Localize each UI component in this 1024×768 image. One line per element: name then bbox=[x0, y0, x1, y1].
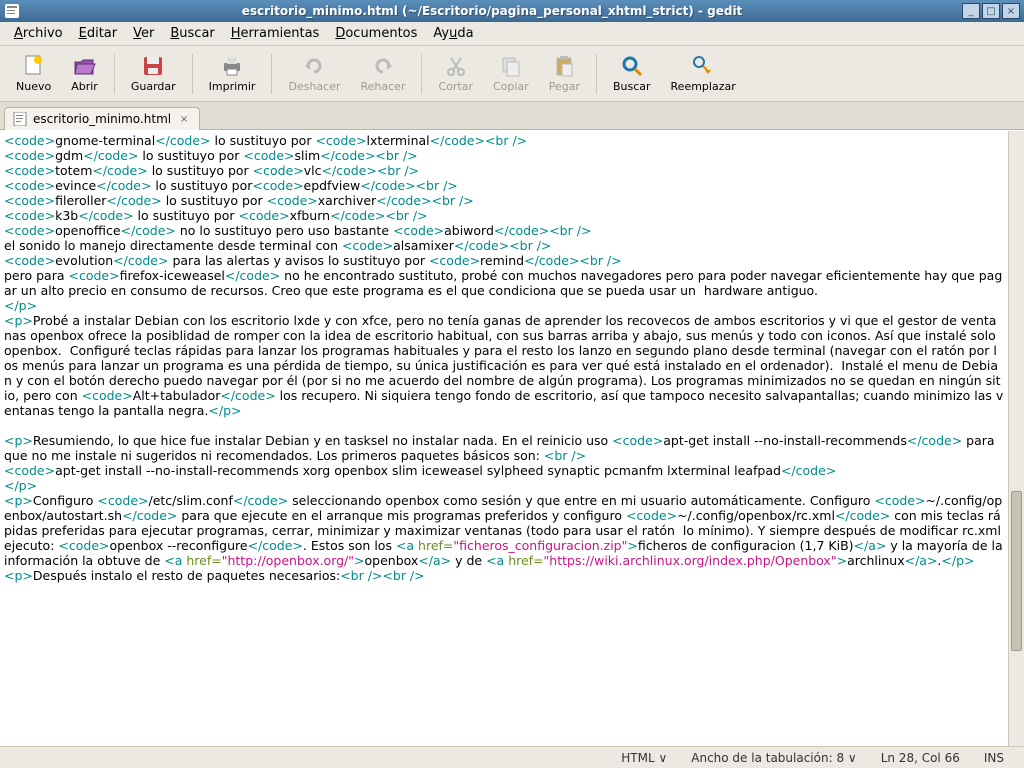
guardar-button[interactable]: Guardar bbox=[121, 52, 186, 95]
editor-area: <code>gnome-terminal</code> lo sustituyo… bbox=[0, 130, 1024, 746]
search-icon bbox=[620, 54, 644, 78]
menubar: Archivo Editar Ver Buscar Herramientas D… bbox=[0, 22, 1024, 46]
menu-documentos[interactable]: Documentos bbox=[327, 24, 425, 43]
status-tabwidth[interactable]: Ancho de la tabulación: 8 ∨ bbox=[679, 751, 868, 765]
deshacer-button[interactable]: Deshacer bbox=[278, 52, 350, 95]
status-insert-mode[interactable]: INS bbox=[972, 751, 1016, 765]
new-icon bbox=[22, 54, 46, 78]
tab-label: escritorio_minimo.html bbox=[33, 112, 171, 126]
menu-editar[interactable]: Editar bbox=[71, 24, 126, 43]
app-icon bbox=[4, 3, 20, 19]
tabbar: escritorio_minimo.html × bbox=[0, 102, 1024, 130]
replace-icon bbox=[691, 54, 715, 78]
window-title: escritorio_minimo.html (~/Escritorio/pag… bbox=[24, 4, 960, 18]
cortar-button[interactable]: Cortar bbox=[428, 52, 483, 95]
abrir-button[interactable]: Abrir bbox=[61, 52, 108, 95]
maximize-button[interactable]: □ bbox=[982, 3, 1000, 19]
nuevo-button[interactable]: Nuevo bbox=[6, 52, 61, 95]
vertical-scrollbar[interactable] bbox=[1008, 131, 1024, 746]
menu-herramientas[interactable]: Herramientas bbox=[223, 24, 328, 43]
menu-buscar[interactable]: Buscar bbox=[162, 24, 222, 43]
buscar-button[interactable]: Buscar bbox=[603, 52, 661, 95]
cut-icon bbox=[444, 54, 468, 78]
paste-icon bbox=[552, 54, 576, 78]
statusbar: HTML ∨ Ancho de la tabulación: 8 ∨ Ln 28… bbox=[0, 746, 1024, 768]
redo-icon bbox=[371, 54, 395, 78]
copiar-button[interactable]: Copiar bbox=[483, 52, 539, 95]
open-icon bbox=[73, 54, 97, 78]
status-lang[interactable]: HTML ∨ bbox=[609, 751, 679, 765]
undo-icon bbox=[302, 54, 326, 78]
print-icon bbox=[220, 54, 244, 78]
reemplazar-button[interactable]: Reemplazar bbox=[661, 52, 746, 95]
document-icon bbox=[13, 112, 27, 126]
rehacer-button[interactable]: Rehacer bbox=[351, 52, 416, 95]
copy-icon bbox=[499, 54, 523, 78]
status-position: Ln 28, Col 66 bbox=[869, 751, 972, 765]
menu-ayuda[interactable]: Ayuda bbox=[425, 24, 481, 43]
menu-ver[interactable]: Ver bbox=[125, 24, 162, 43]
titlebar: escritorio_minimo.html (~/Escritorio/pag… bbox=[0, 0, 1024, 22]
scrollbar-thumb[interactable] bbox=[1011, 491, 1022, 651]
close-button[interactable]: × bbox=[1002, 3, 1020, 19]
imprimir-button[interactable]: Imprimir bbox=[199, 52, 266, 95]
save-icon bbox=[141, 54, 165, 78]
minimize-button[interactable]: _ bbox=[962, 3, 980, 19]
tab-close-button[interactable]: × bbox=[177, 112, 191, 126]
code-editor[interactable]: <code>gnome-terminal</code> lo sustituyo… bbox=[0, 131, 1008, 746]
menu-archivo[interactable]: Archivo bbox=[6, 24, 71, 43]
tab-document[interactable]: escritorio_minimo.html × bbox=[4, 107, 200, 130]
toolbar: Nuevo Abrir Guardar Imprimir Deshacer Re… bbox=[0, 46, 1024, 102]
pegar-button[interactable]: Pegar bbox=[539, 52, 590, 95]
